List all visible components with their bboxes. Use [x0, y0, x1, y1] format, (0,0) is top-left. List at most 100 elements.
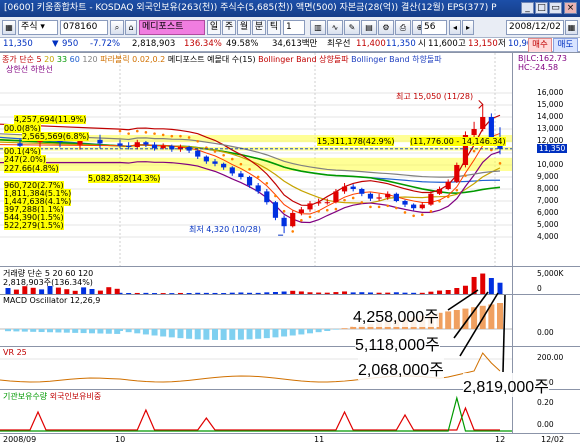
period-month-button[interactable]: 월	[237, 20, 251, 35]
maximize-button[interactable]: □	[535, 2, 548, 14]
parabolic-dot	[256, 175, 260, 179]
candle-body	[428, 193, 434, 205]
price-tick: 15,000	[537, 100, 564, 109]
foreign-pane[interactable]: 기관보유수량 외국인보유비중	[0, 389, 512, 433]
chevron-left-icon[interactable]: ◂	[449, 20, 461, 35]
parabolic-dot	[118, 129, 122, 133]
chevron-right-icon[interactable]: ▸	[462, 20, 474, 35]
settings-icon[interactable]: ⚙	[378, 20, 394, 35]
candle-body	[350, 186, 356, 189]
candle-body	[160, 145, 166, 149]
minimize-button[interactable]: _	[521, 2, 534, 14]
draw-icon[interactable]: ✎	[344, 20, 360, 35]
parabolic-dot	[464, 174, 467, 177]
volume-axis: 5,000K 0	[512, 266, 580, 294]
macd-bar	[160, 329, 167, 337]
macd-bar	[203, 329, 210, 340]
parabolic-dot	[429, 210, 433, 213]
best-ask: 11,400	[356, 39, 386, 49]
toolbar: ▦ 주식 ▾ 078160 ⌕ ⌂ 메디포스트 일 주 월 분 틱 1 ▥ ∿ …	[0, 17, 580, 38]
macd-bar	[38, 329, 45, 333]
parabolic-dot	[317, 210, 320, 213]
hc-label: HC:-24.58	[518, 63, 559, 72]
search-icon[interactable]: ⌕	[110, 20, 124, 35]
ma-legend-60: 60	[69, 55, 80, 64]
window-title: [0600] 키움종합차트 - KOSDAQ 외국인보유(263(천)) 주식수…	[4, 3, 497, 13]
macd-bar	[168, 329, 175, 338]
candle-body	[419, 204, 425, 209]
parabolic-dot	[438, 200, 441, 203]
indicator-icon[interactable]: ∿	[327, 20, 343, 35]
callout-3: 2,068,000주	[358, 356, 444, 380]
interval-select[interactable]: 1	[283, 20, 305, 35]
restore-button[interactable]: ▭	[549, 2, 562, 14]
period-minute-button[interactable]: 분	[252, 20, 266, 35]
volume-bar	[81, 287, 87, 294]
parabolic-dot	[153, 132, 156, 135]
print-icon[interactable]: ⎙	[395, 20, 411, 35]
macd-bar	[177, 329, 184, 339]
vp-label-2b: (11,776.00 - 14,146.34)	[410, 137, 506, 146]
macd-bar	[194, 329, 201, 340]
lock-icon[interactable]: ⌂	[125, 20, 137, 35]
volume-bar	[471, 276, 477, 294]
parabolic-dot	[187, 136, 191, 139]
period-day-button[interactable]: 일	[207, 20, 221, 35]
parabolic-dot	[325, 208, 329, 212]
code-input[interactable]: 078160	[60, 20, 108, 35]
macd-bar	[117, 329, 123, 331]
parabolic-dot	[300, 218, 303, 222]
date-value: 2008/12/02	[509, 22, 561, 32]
macd-axis: 0.00	[512, 294, 580, 346]
macd-bar	[453, 310, 460, 329]
macd-bar	[47, 329, 53, 333]
turnover-value: 49.58%	[226, 39, 259, 49]
ma-legend: 종가 단순 5 20 33 60 120 파라볼릭 0.02,0.2 메디포스트…	[2, 54, 442, 65]
callout-4: 2,819,000주	[463, 373, 549, 397]
close-icon[interactable]: ×	[564, 2, 577, 14]
macd-bar	[105, 329, 112, 334]
parabolic-dot	[196, 139, 200, 143]
parabolic-dot	[222, 153, 225, 157]
parabolic-dot	[455, 188, 459, 192]
code-value: 078160	[63, 22, 98, 32]
macd-bar	[63, 329, 70, 333]
macd-bar	[229, 329, 236, 340]
macd-bar	[125, 329, 132, 333]
candle-body	[264, 191, 270, 203]
candle-body	[151, 144, 158, 149]
macd-bar	[142, 329, 149, 335]
best-label: 최우선	[327, 39, 351, 49]
macd-bar	[332, 329, 339, 330]
period-tick-button[interactable]: 틱	[267, 20, 281, 35]
period-week-button[interactable]: 주	[222, 20, 236, 35]
count-input[interactable]: 56	[421, 20, 447, 35]
grid-icon[interactable]: ▤	[361, 20, 377, 35]
parabolic-dot	[420, 213, 424, 216]
amount-value: 34,613백만	[272, 39, 318, 49]
macd-bar	[134, 329, 141, 334]
vp-left-4: 227.66(4.8%)	[4, 164, 59, 173]
sell-button[interactable]: 매도	[553, 38, 578, 53]
foreign-tick-zero: 0.00	[537, 420, 554, 429]
date-input[interactable]: 2008/12/02	[506, 20, 564, 35]
macd-bar	[462, 308, 469, 329]
chart-type-icon[interactable]: ▥	[310, 20, 326, 35]
x-axis: 2008/09 10 11 12 12/02	[0, 433, 580, 447]
price-tick: 10,000	[537, 160, 564, 169]
menu-icon[interactable]: ▦	[2, 20, 16, 35]
market-select[interactable]: 주식 ▾	[18, 20, 58, 35]
price-pane[interactable]: 종가 단순 5 20 33 60 120 파라볼릭 0.02,0.2 메디포스트…	[0, 52, 512, 267]
parabolic-dot	[161, 133, 165, 137]
candle-body	[281, 217, 287, 227]
calendar-icon[interactable]: ▦	[565, 20, 578, 35]
macd-bar	[281, 329, 288, 337]
macd-bar	[479, 305, 486, 329]
macd-bar	[341, 328, 348, 329]
volume-pane[interactable]: 거래량 단순 5 20 60 120 2,818,903주(136.34%)	[0, 266, 512, 294]
buy-button[interactable]: 매수	[528, 38, 552, 53]
macd-bar	[488, 304, 495, 329]
foreign-label: 외국인보유비중	[49, 392, 102, 401]
stock-name[interactable]: 메디포스트	[139, 20, 205, 35]
macd-bar	[186, 329, 193, 339]
